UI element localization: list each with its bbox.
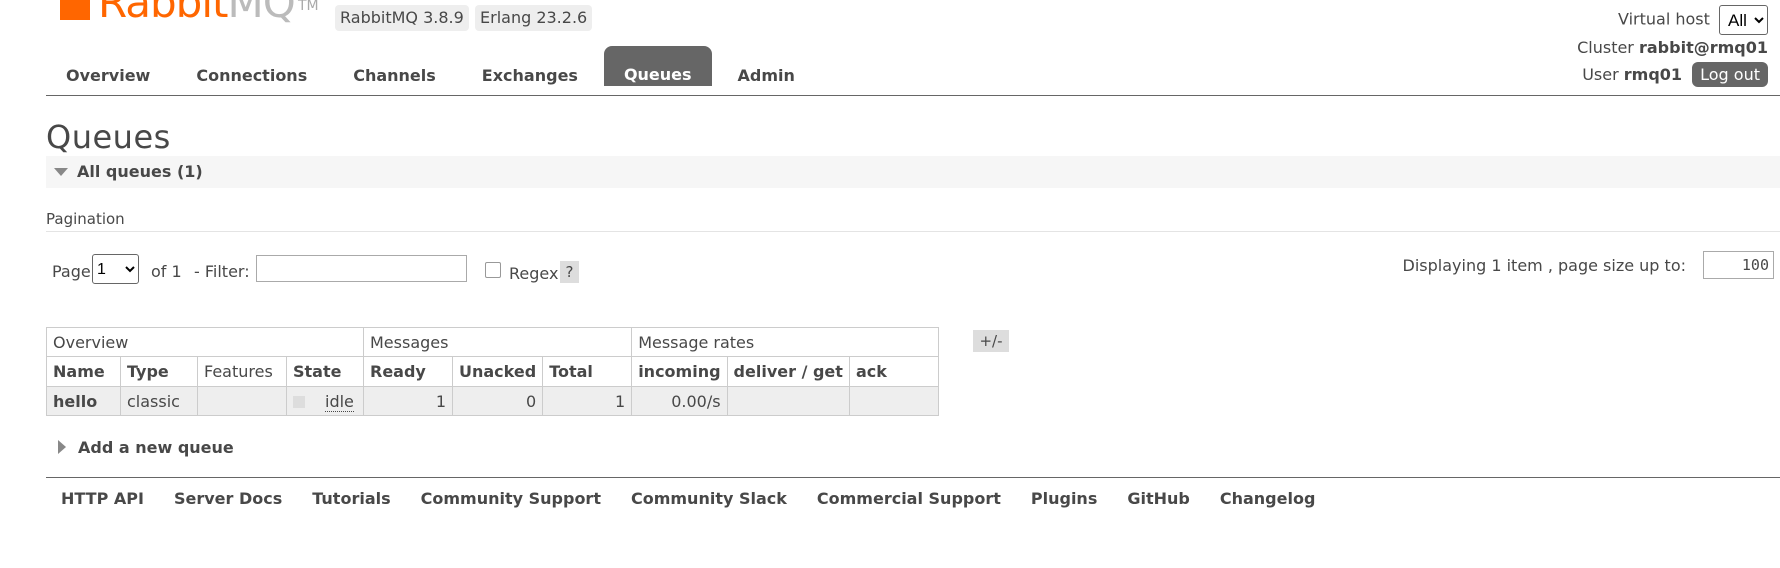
table-row: hello classic idle 1 0 1 0.00/s <box>46 386 939 416</box>
column-header-features[interactable]: Features <box>197 356 287 387</box>
user-label: User <box>1582 65 1619 84</box>
column-header-type[interactable]: Type <box>120 356 198 387</box>
main-nav-tabs: Overview Connections Channels Exchanges … <box>46 46 821 86</box>
footer-link-community-support[interactable]: Community Support <box>421 489 601 508</box>
column-header-name[interactable]: Name <box>46 356 121 387</box>
footer-link-github[interactable]: GitHub <box>1127 489 1190 508</box>
footer-divider <box>46 477 1780 478</box>
expand-arrow-icon <box>58 440 66 454</box>
queues-table: Overview Messages Message rates Name Typ… <box>46 327 939 416</box>
footer-link-http-api[interactable]: HTTP API <box>61 489 144 508</box>
column-header-state[interactable]: State <box>286 356 364 387</box>
pagination-heading: Pagination <box>46 210 125 228</box>
state-indicator-icon <box>293 396 305 408</box>
add-queue-section-toggle[interactable]: Add a new queue <box>58 438 234 457</box>
group-header-messages: Messages <box>362 327 633 357</box>
virtual-host-select[interactable]: All <box>1719 5 1768 35</box>
collapse-arrow-icon <box>54 168 68 176</box>
pagination-divider <box>46 231 1780 232</box>
tab-overview[interactable]: Overview <box>46 56 170 86</box>
footer-link-changelog[interactable]: Changelog <box>1220 489 1316 508</box>
tab-connections[interactable]: Connections <box>176 56 327 86</box>
footer-link-server-docs[interactable]: Server Docs <box>174 489 282 508</box>
section-title: All queues (1) <box>77 162 203 181</box>
column-toggle-button[interactable]: +/- <box>973 330 1009 352</box>
queue-name-link[interactable]: hello <box>46 386 121 416</box>
column-header-ready[interactable]: Ready <box>363 356 453 387</box>
regex-label: Regex <box>509 264 559 283</box>
filter-input[interactable] <box>256 255 467 282</box>
queue-features <box>197 386 287 416</box>
regex-help-button[interactable]: ? <box>560 261 579 283</box>
queue-type: classic <box>120 386 198 416</box>
user-info: User rmq01 Log out <box>1582 62 1768 87</box>
column-header-incoming[interactable]: incoming <box>631 356 728 387</box>
rabbitmq-version-badge: RabbitMQ 3.8.9 <box>335 5 469 31</box>
tab-admin[interactable]: Admin <box>718 56 815 86</box>
cluster-label: Cluster <box>1577 38 1634 57</box>
column-header-deliver-get[interactable]: deliver / get <box>726 356 850 387</box>
queue-state: idle <box>286 386 364 416</box>
queue-deliver-get-rate <box>726 386 850 416</box>
erlang-version-badge: Erlang 23.2.6 <box>475 5 593 31</box>
virtual-host-label: Virtual host <box>1618 9 1710 29</box>
footer-link-plugins[interactable]: Plugins <box>1031 489 1097 508</box>
column-header-ack[interactable]: ack <box>848 356 939 387</box>
tab-queues[interactable]: Queues <box>603 46 712 86</box>
page-label: Page <box>52 262 91 281</box>
page-size-input[interactable] <box>1703 251 1774 279</box>
column-header-unacked[interactable]: Unacked <box>451 356 544 387</box>
queue-ready: 1 <box>363 386 453 416</box>
queue-total: 1 <box>542 386 633 416</box>
all-queues-section-toggle[interactable]: All queues (1) <box>46 156 1780 188</box>
queue-unacked: 0 <box>451 386 544 416</box>
queue-incoming-rate: 0.00/s <box>631 386 728 416</box>
user-name: rmq01 <box>1623 65 1683 84</box>
column-header-total[interactable]: Total <box>542 356 633 387</box>
logo-wordmark: RabbitMQ <box>98 0 296 27</box>
logout-button[interactable]: Log out <box>1692 62 1768 87</box>
add-queue-label: Add a new queue <box>78 438 234 457</box>
tab-exchanges[interactable]: Exchanges <box>462 56 598 86</box>
footer-link-community-slack[interactable]: Community Slack <box>631 489 787 508</box>
rabbit-logo-icon <box>60 0 90 20</box>
footer-link-commercial-support[interactable]: Commercial Support <box>817 489 1001 508</box>
footer-links: HTTP API Server Docs Tutorials Community… <box>61 489 1345 508</box>
footer-link-tutorials[interactable]: Tutorials <box>312 489 390 508</box>
page-count-label: of 1 <box>151 262 182 281</box>
group-header-overview: Overview <box>46 327 364 357</box>
tab-channels[interactable]: Channels <box>333 56 456 86</box>
regex-checkbox[interactable] <box>485 262 501 278</box>
tab-divider <box>46 95 1780 96</box>
cluster-name: rabbit@rmq01 <box>1638 38 1768 57</box>
page-title: Queues <box>46 118 171 156</box>
page-number-select[interactable]: 1 <box>92 254 139 284</box>
logo-trademark: TM <box>298 0 319 14</box>
queue-ack-rate <box>848 386 939 416</box>
filter-label: - Filter: <box>194 262 250 281</box>
cluster-info: Cluster rabbit@rmq01 <box>1577 38 1768 57</box>
group-header-message-rates: Message rates <box>631 327 939 357</box>
queue-state-label: idle <box>325 391 354 412</box>
displaying-info: Displaying 1 item , page size up to: <box>1402 256 1686 275</box>
virtual-host-selector: Virtual host All <box>1618 5 1768 35</box>
